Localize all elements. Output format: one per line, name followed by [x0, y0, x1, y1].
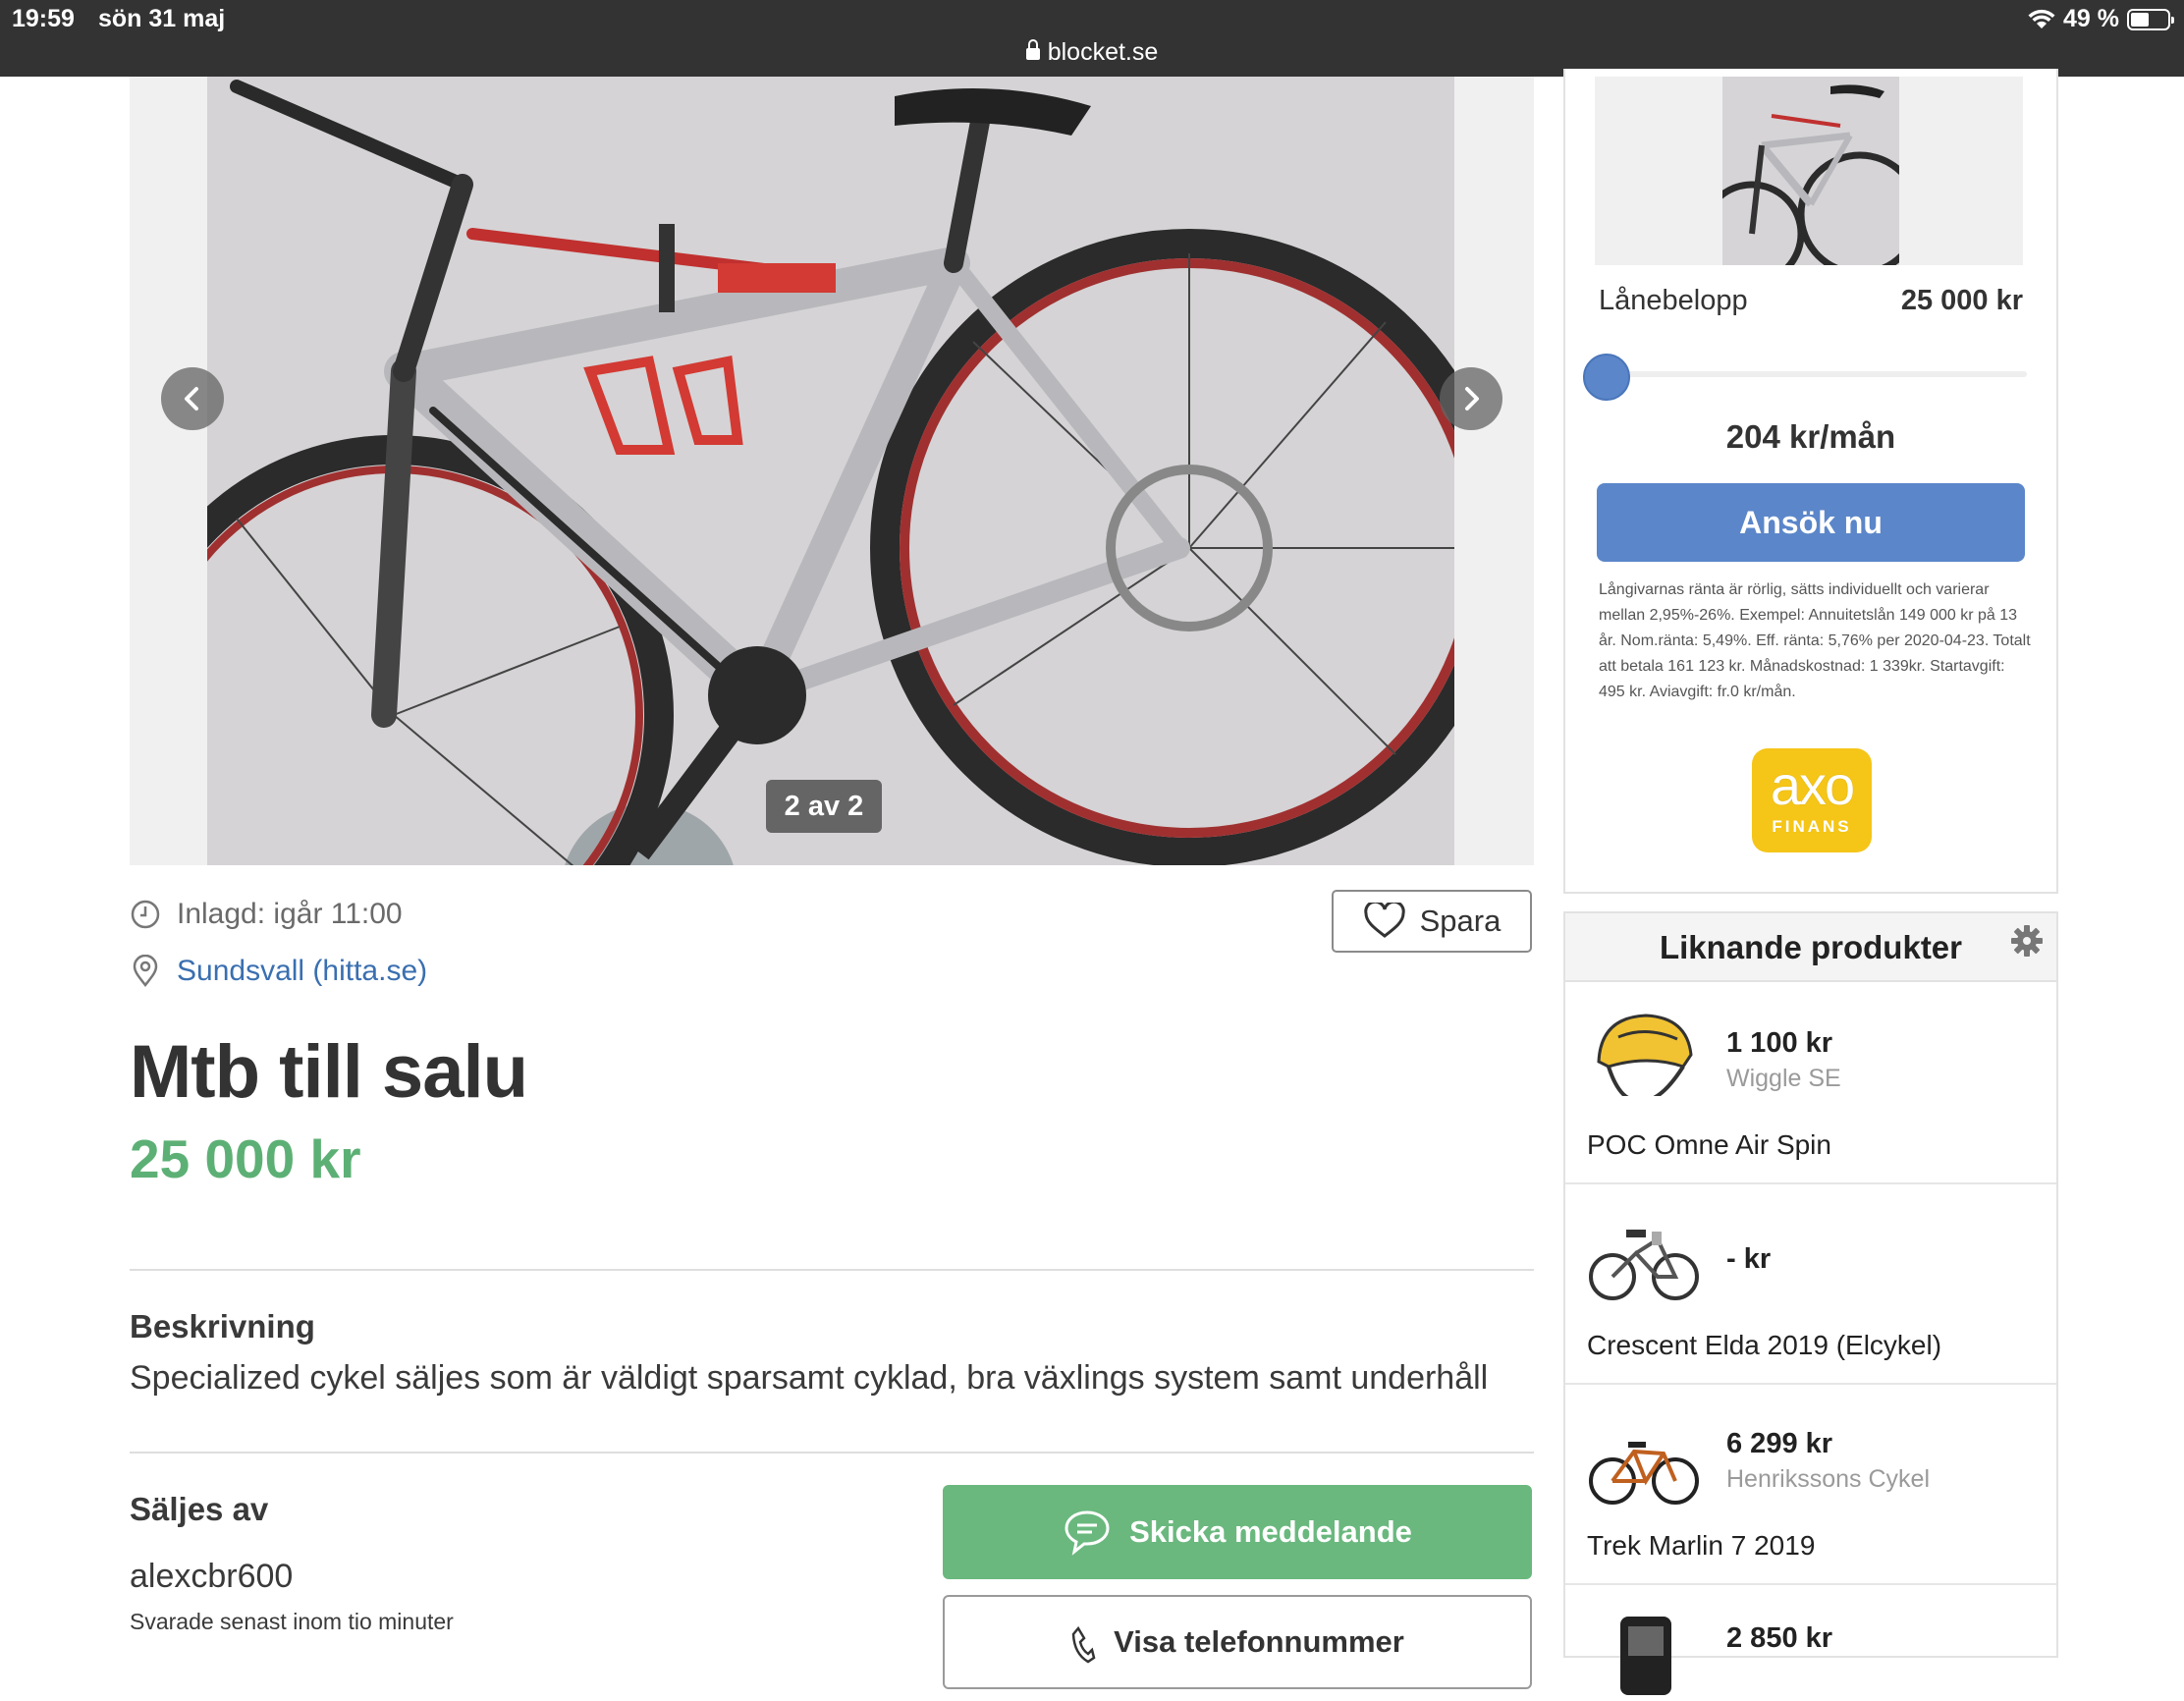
- divider: [130, 1452, 1534, 1454]
- location-pin-icon: [133, 955, 158, 988]
- product-price: 2 850 kr: [1726, 1622, 1833, 1654]
- status-bar: 19:59 sön 31 maj blocket.se 49 %: [0, 0, 2184, 77]
- apply-button[interactable]: Ansök nu: [1597, 483, 2025, 562]
- url-text: blocket.se: [1047, 38, 1159, 66]
- loan-slider-handle[interactable]: [1583, 354, 1630, 401]
- list-item[interactable]: 1 100 kr Wiggle SE POC Omne Air Spin: [1565, 984, 2056, 1184]
- device-icon: [1620, 1617, 1671, 1695]
- gallery-next-button[interactable]: [1440, 367, 1502, 430]
- list-item[interactable]: 2 850 kr: [1565, 1585, 2056, 1695]
- similar-products-heading: Liknande produkter: [1659, 929, 1963, 965]
- wifi-icon: [2028, 9, 2055, 30]
- listing-title: Mtb till salu: [130, 1030, 528, 1114]
- list-item[interactable]: 6 299 kr Henrikssons Cykel Trek Marlin 7…: [1565, 1385, 2056, 1585]
- seller-name: alexcbr600: [130, 1558, 294, 1595]
- chat-bubble-icon: [1065, 1510, 1110, 1556]
- save-button[interactable]: Spara: [1332, 890, 1532, 953]
- status-date: sön 31 maj: [98, 5, 226, 32]
- loan-amount-value: 25 000 kr: [1900, 285, 2023, 316]
- ebike-icon: [1589, 1230, 1699, 1300]
- send-message-button[interactable]: Skicka meddelande: [943, 1485, 1532, 1579]
- seller-heading: Säljes av: [130, 1491, 269, 1527]
- posted-row: Inlagd: igår 11:00: [130, 898, 403, 931]
- product-shop: Henrikssons Cykel: [1726, 1465, 1931, 1493]
- show-phone-button[interactable]: Visa telefonnummer: [943, 1595, 1532, 1689]
- description-text: Specialized cykel säljes som är väldigt …: [130, 1359, 1489, 1397]
- loan-fine-print: Långivarnas ränta är rörlig, sätts indiv…: [1599, 581, 2031, 700]
- loan-amount-label: Lånebelopp: [1599, 285, 1748, 316]
- product-name: Crescent Elda 2019 (Elcykel): [1587, 1330, 1942, 1360]
- loan-slider-track[interactable]: [1599, 371, 2027, 377]
- lock-icon: [1025, 39, 1040, 60]
- product-price: 1 100 kr: [1726, 1027, 1833, 1059]
- gear-icon[interactable]: [2009, 923, 2045, 959]
- description-heading: Beskrivning: [130, 1308, 315, 1344]
- monthly-cost: 204 kr/mån: [1725, 418, 1896, 455]
- bike-icon: [1589, 1442, 1699, 1505]
- product-price: - kr: [1726, 1243, 1772, 1275]
- battery-percent: 49 %: [2063, 5, 2119, 32]
- send-message-label: Skicka meddelande: [1129, 1514, 1412, 1549]
- product-name: POC Omne Air Spin: [1587, 1129, 1831, 1160]
- save-label: Spara: [1419, 904, 1502, 938]
- image-gallery: 2 av 2: [130, 77, 1534, 865]
- list-item[interactable]: - kr Crescent Elda 2019 (Elcykel): [1565, 1184, 2056, 1385]
- image-counter: 2 av 2: [766, 780, 882, 833]
- product-name: Trek Marlin 7 2019: [1587, 1530, 1816, 1561]
- clock-icon: [131, 900, 160, 929]
- battery-icon: [2127, 8, 2174, 30]
- location-link[interactable]: Sundsvall (hitta.se): [177, 955, 427, 988]
- status-time: 19:59: [12, 5, 75, 32]
- address-bar[interactable]: blocket.se: [0, 38, 2184, 67]
- seller-response-time: Svarade senast inom tio minuter: [130, 1609, 454, 1634]
- location-row[interactable]: Sundsvall (hitta.se): [130, 955, 427, 988]
- gallery-prev-button[interactable]: [161, 367, 224, 430]
- similar-products-panel: Liknande produkter 1 100 kr Wiggle SE PO…: [1563, 911, 2058, 1695]
- helmet-icon: [1597, 1014, 1693, 1096]
- heart-icon: [1363, 903, 1405, 938]
- product-price: 6 299 kr: [1726, 1428, 1833, 1459]
- chevron-left-icon: [185, 387, 198, 411]
- loan-thumbnail: [1595, 77, 2023, 265]
- show-phone-label: Visa telefonnummer: [1114, 1624, 1404, 1659]
- loan-calculator: Lånebelopp 25 000 kr 204 kr/mån Ansök nu…: [1563, 69, 2058, 894]
- listing-price: 25 000 kr: [130, 1128, 361, 1189]
- chevron-right-icon: [1465, 387, 1479, 411]
- phone-icon: [1071, 1625, 1096, 1664]
- posted-text: Inlagd: igår 11:00: [177, 898, 403, 930]
- divider: [130, 1269, 1534, 1271]
- product-shop: Wiggle SE: [1726, 1065, 1841, 1092]
- listing-photo[interactable]: [207, 77, 1454, 865]
- axo-finans-logo[interactable]: axo FINANS: [1752, 748, 1872, 852]
